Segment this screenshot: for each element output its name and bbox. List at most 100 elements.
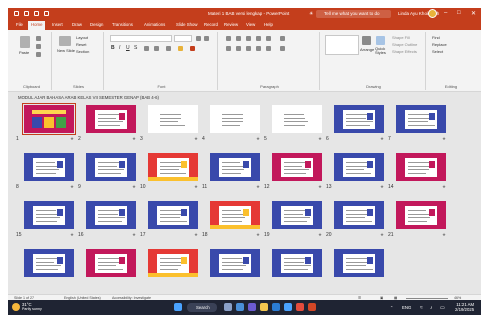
battery-icon[interactable]: ▭ [440, 305, 445, 311]
slide-thumbnail[interactable] [396, 105, 446, 133]
zoom-slider[interactable] [406, 297, 448, 299]
slide-thumbnail[interactable] [86, 249, 136, 277]
find-button[interactable]: Find [432, 35, 440, 40]
align-left-icon[interactable] [226, 46, 231, 51]
bullets-icon[interactable] [226, 36, 231, 41]
edge-icon[interactable] [272, 303, 280, 311]
task-view-icon[interactable] [224, 303, 232, 311]
tell-me-search[interactable]: Tell me what you want to do [316, 10, 391, 18]
font-size-select[interactable] [174, 35, 192, 42]
arrange-label[interactable]: Arrange [360, 47, 374, 52]
slide-thumbnail[interactable] [210, 105, 260, 133]
align-center-icon[interactable] [236, 46, 241, 51]
tray-chevron-icon[interactable]: ⌃ [390, 305, 393, 310]
shrink-font-icon[interactable] [204, 36, 209, 41]
store-icon[interactable] [284, 303, 292, 311]
slide-thumbnail[interactable] [210, 153, 260, 181]
text-direction-icon[interactable] [280, 36, 285, 41]
slide-thumbnail[interactable] [86, 105, 136, 133]
copy-icon[interactable] [36, 44, 41, 49]
chrome-icon[interactable] [296, 303, 304, 311]
slide-thumbnail[interactable] [24, 249, 74, 277]
powerpoint-icon[interactable] [308, 303, 316, 311]
slide-thumbnail[interactable] [210, 201, 260, 229]
align-right-icon[interactable] [246, 46, 251, 51]
reset-button[interactable]: Reset [76, 42, 86, 47]
slide-thumbnail[interactable] [334, 249, 384, 277]
start-slideshow-icon[interactable] [44, 11, 49, 16]
tab-file[interactable]: File [16, 22, 23, 27]
tab-transitions[interactable]: Transitions [112, 22, 133, 27]
numbering-icon[interactable] [236, 36, 241, 41]
redo-icon[interactable] [34, 11, 39, 16]
slide-thumbnail[interactable] [148, 249, 198, 277]
shadow-icon[interactable]: S [134, 45, 137, 51]
slide-thumbnail[interactable] [24, 153, 74, 181]
slide-thumbnail[interactable] [396, 153, 446, 181]
bold-icon[interactable]: B [111, 45, 115, 51]
slide-thumbnail[interactable] [86, 201, 136, 229]
tab-home[interactable]: Home [28, 21, 46, 30]
network-icon[interactable]: ≈ [420, 305, 423, 311]
font-name-select[interactable] [110, 35, 172, 42]
char-spacing-icon[interactable] [154, 46, 159, 51]
format-painter-icon[interactable] [36, 52, 41, 57]
minimize-icon[interactable]: – [444, 10, 447, 16]
tab-view[interactable]: View [246, 22, 255, 27]
strikethrough-icon[interactable] [144, 46, 149, 51]
avatar[interactable] [428, 9, 437, 18]
underline-icon[interactable]: U [126, 45, 130, 51]
tab-record[interactable]: Record [204, 22, 218, 27]
justify-icon[interactable] [256, 46, 261, 51]
slide-thumbnail[interactable] [272, 249, 322, 277]
clock[interactable]: 11:21 AM 2/19/2025 [455, 302, 474, 312]
paste-label[interactable]: Paste [19, 50, 29, 55]
new-slide-label[interactable]: New Slide [57, 48, 75, 53]
tab-insert[interactable]: Insert [52, 22, 63, 27]
slide-thumbnail[interactable] [24, 201, 74, 229]
shape-fill-button[interactable]: Shape Fill [392, 35, 410, 40]
shape-outline-button[interactable]: Shape Outline [392, 42, 417, 47]
slide-thumbnail[interactable] [148, 153, 198, 181]
slide-thumbnail[interactable] [334, 201, 384, 229]
tab-help[interactable]: Help [264, 22, 273, 27]
taskbar-search[interactable]: Search [187, 303, 217, 312]
file-explorer-icon[interactable] [260, 303, 268, 311]
section-button[interactable]: Section [76, 49, 89, 54]
slide-thumbnail[interactable] [22, 103, 76, 135]
volume-icon[interactable]: ♪ [430, 305, 433, 311]
chat-icon[interactable] [248, 303, 256, 311]
slide-thumbnail[interactable] [272, 105, 322, 133]
slide-thumbnail[interactable] [148, 105, 198, 133]
cut-icon[interactable] [36, 36, 41, 41]
paste-icon[interactable] [20, 36, 30, 48]
tab-slide-show[interactable]: Slide Show [176, 22, 198, 27]
tab-review[interactable]: Review [224, 22, 238, 27]
grow-font-icon[interactable] [196, 36, 201, 41]
slide-thumbnail[interactable] [272, 153, 322, 181]
slide-thumbnail[interactable] [334, 153, 384, 181]
widgets-icon[interactable] [236, 303, 244, 311]
tab-draw[interactable]: Draw [72, 22, 82, 27]
close-icon[interactable]: ✕ [471, 10, 476, 17]
slide-thumbnail[interactable] [272, 201, 322, 229]
replace-button[interactable]: Replace [432, 42, 447, 47]
shapes-gallery[interactable] [325, 35, 359, 55]
slide-thumbnail[interactable] [210, 249, 260, 277]
decrease-indent-icon[interactable] [246, 36, 251, 41]
weather-icon[interactable] [12, 303, 20, 311]
tab-design[interactable]: Design [90, 22, 103, 27]
weather-widget[interactable]: 31°C Partly sunny [22, 302, 42, 311]
select-button[interactable]: Select [432, 49, 443, 54]
maximize-icon[interactable]: □ [457, 10, 461, 16]
highlight-icon[interactable] [178, 46, 183, 51]
layout-button[interactable]: Layout [76, 35, 88, 40]
change-case-icon[interactable] [166, 46, 171, 51]
tab-animations[interactable]: Animations [144, 22, 165, 27]
new-slide-icon[interactable] [59, 36, 71, 46]
arrange-icon[interactable] [362, 36, 371, 45]
slide-thumbnail[interactable] [86, 153, 136, 181]
smartart-icon[interactable] [280, 46, 285, 51]
save-icon[interactable] [14, 11, 19, 16]
increase-indent-icon[interactable] [256, 36, 261, 41]
